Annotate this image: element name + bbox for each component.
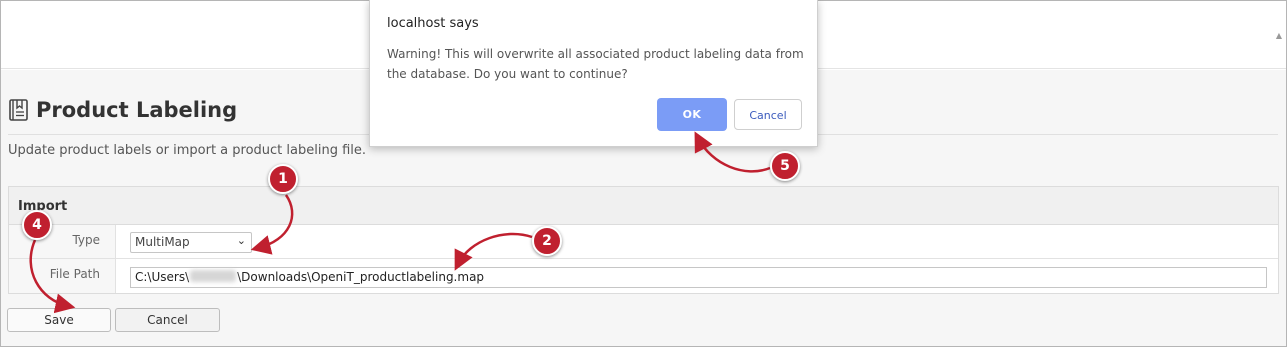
dialog-message: Warning! This will overwrite all associa…: [387, 47, 804, 81]
callout-marker-4: 4: [22, 210, 52, 240]
page-title: Product Labeling: [36, 98, 238, 122]
callout-marker-1: 1: [268, 164, 298, 194]
import-heading: Import: [9, 187, 1278, 225]
page-subtitle: Update product labels or import a produc…: [8, 143, 367, 158]
type-select[interactable]: MultiMap ⌄: [130, 232, 252, 253]
file-path-prefix: C:\Users\: [135, 270, 190, 284]
page-header: Product Labeling: [8, 96, 237, 124]
dialog-title: localhost says: [387, 16, 479, 31]
file-path-row: File Path C:\Users\ \Downloads\OpeniT_pro…: [9, 259, 1278, 293]
file-path-suffix: \Downloads\OpeniT_productlabeling.map: [237, 270, 485, 284]
file-path-label: File Path: [9, 259, 116, 293]
document-bookmark-icon: [9, 99, 28, 121]
redacted-username: [190, 270, 237, 282]
callout-marker-5: 5: [770, 151, 800, 181]
dialog-ok-button[interactable]: OK: [657, 98, 727, 131]
cancel-button[interactable]: Cancel: [115, 308, 220, 332]
type-row: Type MultiMap ⌄: [9, 225, 1278, 259]
chevron-down-icon: ⌄: [236, 234, 246, 247]
scroll-up-icon[interactable]: ▲: [1274, 31, 1284, 51]
type-select-value: MultiMap: [135, 235, 190, 249]
import-panel: Import Type MultiMap ⌄ File Path C:\User…: [8, 186, 1279, 294]
callout-marker-2: 2: [532, 226, 562, 256]
confirm-dialog: localhost says Warning! This will overwr…: [369, 0, 818, 147]
file-path-input[interactable]: C:\Users\ \Downloads\OpeniT_productlabeli…: [130, 267, 1267, 288]
save-button[interactable]: Save: [7, 308, 111, 332]
dialog-cancel-button[interactable]: Cancel: [734, 99, 802, 130]
